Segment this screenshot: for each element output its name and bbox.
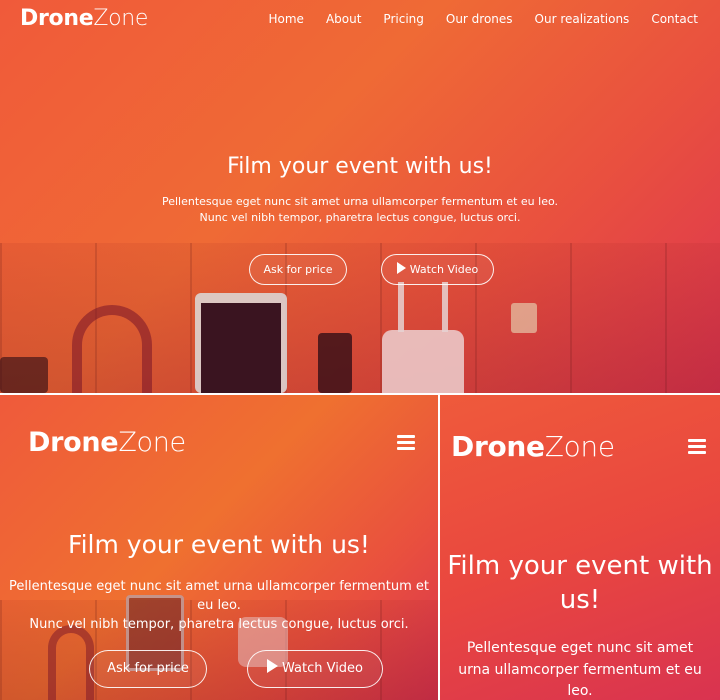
main-nav: Home About Pricing Our drones Our realiz… (269, 12, 699, 26)
mobile-hero-title-line-1: Film your event with (447, 551, 713, 581)
watch-video-label: Watch Video (409, 263, 479, 276)
nav-pricing[interactable]: Pricing (383, 12, 423, 26)
nav-about[interactable]: About (326, 12, 361, 26)
mobile-hero-text-line-1: Pellentesque eget nunc sit amet (466, 640, 694, 656)
controller-antenna-left (398, 282, 404, 332)
camera-image (511, 303, 537, 333)
nav-our-drones[interactable]: Our drones (446, 12, 513, 26)
speaker-image (0, 357, 48, 393)
tablet-hero-text-line-1: Pellentesque eget nunc sit amet urna ull… (8, 579, 430, 613)
mobile-hero-text-line-2: urna ullamcorper fermentum et eu (458, 661, 702, 678)
brand-bold: Drone (20, 6, 94, 31)
controller-antenna-right (442, 282, 448, 332)
tablet-image (195, 293, 287, 393)
tablet-ask-for-price-button[interactable]: Ask for price (89, 650, 207, 688)
brand-light: Zone (93, 6, 149, 31)
nav-home[interactable]: Home (269, 12, 304, 26)
tablet-brand-logo[interactable]: DroneZone (28, 427, 186, 458)
headphones-image (72, 305, 152, 393)
tablet-hero-text-line-2: Nunc vel nibh tempor, pharetra lectus co… (29, 616, 409, 632)
phone-image (318, 333, 352, 393)
hero-title: Film your event with us! (227, 154, 493, 179)
mobile-hero-title-line-2: us! (559, 584, 601, 615)
mobile-brand-bold: Drone (451, 430, 545, 463)
nav-contact[interactable]: Contact (651, 12, 698, 26)
brand-logo[interactable]: DroneZone (20, 6, 148, 31)
mobile-hero-title: Film your event with us! (440, 550, 720, 618)
mobile-brand-logo[interactable]: DroneZone (451, 430, 615, 463)
tablet-hero-title: Film your event with us! (68, 530, 370, 559)
desktop-preview: DroneZone Home About Pricing Our drones … (0, 0, 720, 393)
mobile-hero-text-line-3: leo. (567, 683, 593, 700)
drone-controller-image (382, 330, 464, 393)
watch-video-button[interactable]: Watch Video (381, 254, 494, 285)
tablet-watch-video-label: Watch Video (281, 661, 364, 676)
tablet-watch-video-button[interactable]: Watch Video (247, 650, 383, 688)
mobile-hamburger-icon[interactable] (688, 439, 706, 457)
ask-for-price-label: Ask for price (263, 263, 333, 276)
tablet-play-icon (266, 659, 278, 673)
tablet-headphones-image (48, 625, 94, 700)
nav-our-realizations[interactable]: Our realizations (535, 12, 630, 26)
play-icon (396, 262, 406, 274)
tablet-brand-bold: Drone (28, 427, 119, 458)
mobile-brand-light: Zone (544, 430, 615, 463)
mobile-hero-text: Pellentesque eget nunc sit amet urna ull… (440, 638, 720, 700)
hamburger-icon[interactable] (397, 435, 415, 453)
ask-for-price-button[interactable]: Ask for price (249, 254, 347, 285)
tablet-preview: DroneZone Film your event with us! Pelle… (0, 395, 438, 700)
mobile-preview: DroneZone Film your event with us! Pelle… (440, 395, 720, 700)
tablet-ask-for-price-label: Ask for price (107, 661, 189, 676)
hero-text: Pellentesque eget nunc sit amet urna ull… (0, 194, 720, 226)
tablet-brand-light: Zone (118, 427, 186, 458)
tablet-hero-text: Pellentesque eget nunc sit amet urna ull… (0, 578, 438, 635)
hero-text-line-2: Nunc vel nibh tempor, pharetra lectus co… (199, 210, 521, 224)
hero-text-line-1: Pellentesque eget nunc sit amet urna ull… (161, 195, 559, 208)
